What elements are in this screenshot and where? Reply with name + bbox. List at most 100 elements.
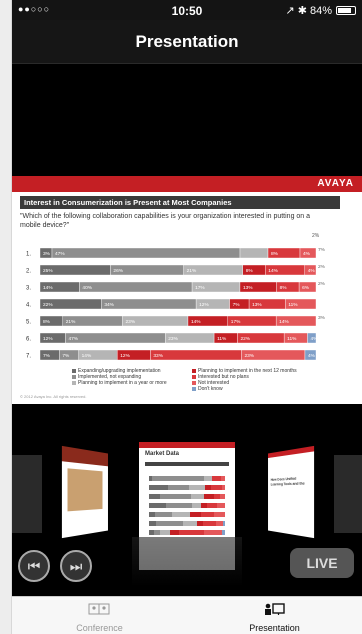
tab-conference[interactable]: Conference — [12, 597, 187, 634]
stacked-bar-chart: 2%1. 3% 47% 8% 4%7%2. 25% 26% 21% 8% 14% 4%2%3. 14%… — [26, 233, 326, 361]
data-label: 4% — [311, 336, 319, 342]
carousel-thumb-far-left[interactable] — [12, 455, 42, 533]
data-label: 34% — [104, 302, 114, 308]
tab-presentation[interactable]: Presentation — [187, 597, 362, 634]
thumb-bar-segment — [221, 485, 225, 490]
thumb-bar-segment — [189, 512, 201, 517]
thumb-title: How Does Unified Learning Tools and the — [270, 475, 305, 487]
data-label: 8% — [271, 251, 279, 257]
data-label: 17% — [231, 319, 241, 325]
data-label: 7% — [43, 353, 51, 359]
conference-icon — [88, 603, 110, 615]
data-label: 12% — [43, 336, 53, 342]
legend-swatch — [192, 369, 196, 373]
thumb-bar-segment — [159, 530, 171, 535]
thumb-image — [61, 445, 108, 467]
rewind-button[interactable]: ⏮ — [18, 550, 50, 582]
thumb-bar-segment — [168, 485, 189, 490]
data-label: 23% — [244, 353, 254, 359]
data-label: 11% — [288, 302, 298, 308]
data-label: 3% — [318, 315, 326, 321]
legend-item: Don't know — [192, 386, 302, 392]
thumb-bar-segment — [220, 494, 225, 499]
data-label: 2% — [318, 264, 326, 270]
data-label: 8% — [280, 285, 288, 291]
thumb-bar-segment — [149, 521, 156, 526]
thumb-bar-segment — [220, 476, 225, 481]
carousel-thumb-left[interactable] — [61, 445, 108, 539]
legend-label: Don't know — [198, 386, 223, 392]
category-label: 4. — [26, 303, 31, 309]
thumb-image — [67, 468, 103, 512]
thumb-bar-segment — [204, 476, 212, 481]
data-label: 14% — [191, 319, 201, 325]
thumb-bar-segment — [206, 503, 217, 508]
carousel-thumb-far-right[interactable] — [334, 455, 362, 533]
thumb-bar-segment — [159, 494, 191, 499]
thumb-bar-segment — [152, 476, 205, 481]
legend-column-1: Expanding/upgrading implementation Implem… — [72, 368, 182, 386]
presentation-icon — [265, 603, 285, 615]
bar-segment — [101, 298, 197, 310]
thumb-bar-segment — [165, 503, 192, 508]
thumb-bar-segment — [156, 521, 184, 526]
data-label: 47% — [55, 251, 65, 257]
data-label: 11% — [217, 336, 227, 342]
rewind-icon: ⏮ — [27, 558, 41, 574]
thumb-bar-segment — [155, 512, 172, 517]
data-label: 7% — [62, 353, 70, 359]
category-label: 5. — [26, 320, 31, 326]
thumb-header — [268, 445, 315, 459]
data-label: 40% — [82, 285, 92, 291]
data-label: 14% — [268, 268, 278, 274]
data-label: 11% — [287, 336, 297, 342]
tab-bar: Conference Presentation — [12, 596, 362, 634]
legend-swatch — [72, 375, 76, 379]
status-bar: ●●○○○ 10:50 ↗ ✱ 84% — [12, 0, 362, 20]
category-label: 1. — [26, 252, 31, 258]
data-label: 26% — [113, 268, 123, 274]
thumb-bar-segment — [149, 485, 169, 490]
battery-icon — [336, 6, 356, 15]
slide-footer: © 2012 Avaya Inc. All rights reserved. — [20, 394, 87, 399]
data-label: 21% — [187, 268, 197, 274]
thumb-bar-segment — [170, 530, 180, 535]
thumb-bar-segment — [188, 485, 205, 490]
thumb-bar-segment — [221, 530, 225, 535]
data-label: 8% — [246, 268, 254, 274]
fast-forward-button[interactable]: ⏭ — [60, 550, 92, 582]
data-label: 4% — [308, 353, 316, 359]
slide-carousel[interactable]: Market Data How Does Unified Learning To… — [12, 405, 362, 595]
carousel-reflection — [132, 537, 242, 587]
page-title: Presentation — [135, 32, 239, 51]
data-label: 33% — [153, 353, 163, 359]
data-label: 25% — [43, 268, 53, 274]
carousel-thumb-right[interactable]: How Does Unified Learning Tools and the — [268, 445, 315, 539]
data-label: 12% — [199, 302, 209, 308]
fast-forward-icon: ⏭ — [69, 558, 83, 574]
tab-conference-label: Conference — [76, 623, 123, 633]
data-label: 7% — [318, 247, 326, 253]
thumb-bar-segment — [190, 494, 205, 499]
thumb-bar-segment — [183, 521, 197, 526]
data-label: 13% — [243, 285, 253, 291]
bar-segment — [239, 247, 269, 259]
tab-presentation-label: Presentation — [249, 623, 300, 633]
data-label: 3% — [43, 251, 51, 257]
thumb-bar-segment — [149, 494, 160, 499]
data-label: 23% — [126, 319, 136, 325]
battery-fill — [338, 8, 352, 13]
bar-segment — [65, 332, 166, 344]
status-right-indicators: ↗ ✱ 84% — [285, 5, 332, 17]
chart-top-label: 2% — [312, 233, 320, 239]
category-label: 2. — [26, 269, 31, 275]
legend-item: Planning to implement in a year or more — [72, 380, 182, 386]
legend-swatch — [72, 381, 76, 385]
thumb-header — [139, 442, 235, 448]
presentation-slide[interactable]: AVAYA Interest in Consumerization is Pre… — [12, 176, 362, 404]
data-label: 13% — [252, 302, 262, 308]
live-button[interactable]: LIVE — [290, 548, 354, 578]
data-label: 4% — [303, 251, 311, 257]
phone-screen: ●●○○○ 10:50 ↗ ✱ 84% Presentation AVAYA I… — [12, 0, 362, 634]
thumb-bar-segment — [179, 530, 205, 535]
